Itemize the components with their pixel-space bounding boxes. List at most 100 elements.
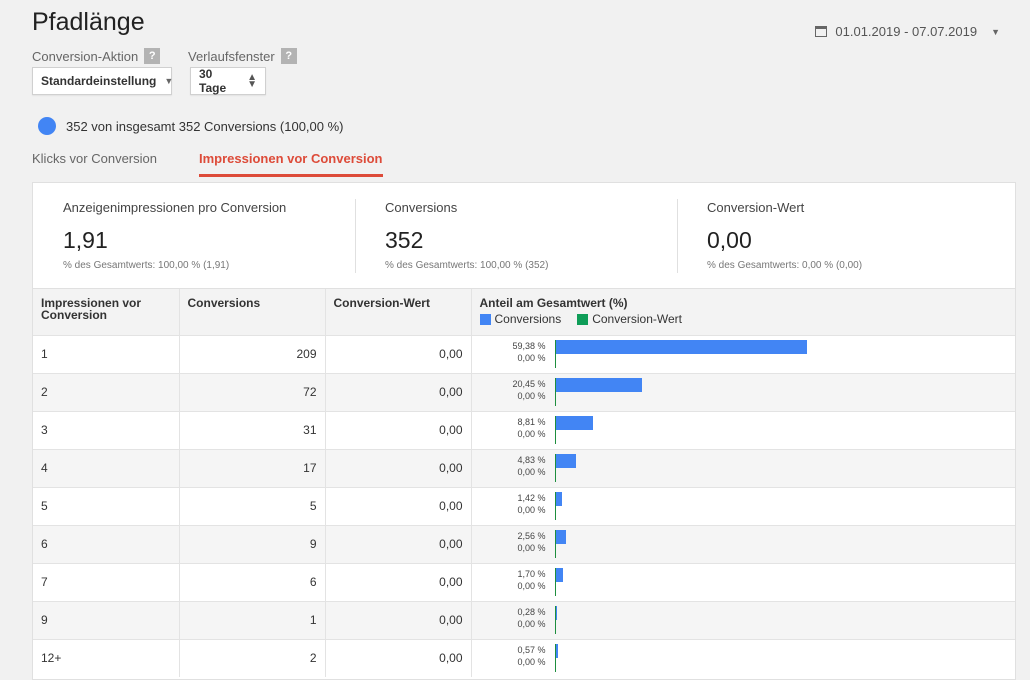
cell-conversion-value: 0,00	[324, 600, 471, 639]
value-pct-label: 0,00 %	[517, 428, 546, 439]
share-labels: 1,70 % 0,00 %	[472, 568, 546, 592]
value-pct-label: 0,00 %	[517, 466, 546, 477]
stepper-icon: ▲ ▼	[247, 72, 257, 90]
conversions-pct-label: 0,28 %	[517, 606, 546, 617]
cell-conversions: 1	[178, 600, 325, 639]
cell-impressions: 9	[33, 600, 179, 639]
tab-impressions-before-conversion[interactable]: Impressionen vor Conversion	[199, 147, 383, 177]
chevron-down-icon: ▼	[164, 76, 174, 86]
table-row: 3 31 0,00 8,81 % 0,00 %	[33, 410, 1015, 449]
cell-impressions: 2	[33, 372, 179, 411]
share-labels: 2,56 % 0,00 %	[472, 530, 546, 554]
table-row: 5 5 0,00 1,42 % 0,00 %	[33, 486, 1015, 525]
share-labels: 59,38 % 0,00 %	[472, 340, 546, 364]
conversions-bar	[555, 605, 557, 620]
help-icon[interactable]: ?	[280, 48, 297, 64]
cell-impressions: 3	[33, 410, 179, 449]
metric-value: 1,91	[63, 227, 108, 253]
table-row: 1 209 0,00 59,38 % 0,00 %	[33, 334, 1015, 373]
conversions-pct-label: 4,83 %	[517, 454, 546, 465]
help-icon[interactable]: ?	[144, 48, 161, 64]
cell-impressions: 5	[33, 486, 179, 525]
conversions-pct-label: 59,38 %	[512, 340, 546, 351]
cell-conversions: 72	[178, 372, 325, 411]
conversion-action-label: Conversion-Aktion	[32, 48, 139, 64]
share-labels: 0,28 % 0,00 %	[472, 606, 546, 630]
legend-swatch-conversions	[479, 313, 491, 325]
table-header-row: Impressionen vor Conversion Conversions …	[33, 289, 1015, 335]
table-body: 1 209 0,00 59,38 % 0,00 % 2 72 0,00 20,45 % 0,00 …	[33, 334, 1015, 677]
legend-label-conversion-value: Conversion-Wert	[592, 312, 683, 326]
legend-swatch-conversion-value	[577, 313, 589, 325]
conversions-pct-label: 1,42 %	[517, 492, 546, 503]
table-row: 12+ 2 0,00 0,57 % 0,00 %	[33, 638, 1015, 677]
cell-share: 1,70 % 0,00 %	[470, 562, 1015, 601]
calendar-icon	[815, 26, 828, 37]
metric-conversion-value: Conversion-Wert 0,00 % des Gesamtwerts: …	[677, 183, 999, 288]
value-pct-label: 0,00 %	[517, 618, 546, 629]
lookback-dropdown[interactable]: 30 Tage ▲ ▼	[190, 67, 266, 95]
cell-share: 8,81 % 0,00 %	[470, 410, 1015, 449]
value-pct-label: 0,00 %	[517, 504, 546, 515]
cell-conversion-value: 0,00	[324, 638, 471, 677]
cell-share: 20,45 % 0,00 %	[470, 372, 1015, 411]
conversions-bar	[555, 567, 563, 582]
date-range-picker[interactable]: 01.01.2019 - 07.07.2019 ▼	[815, 24, 1000, 39]
column-header-impressions[interactable]: Impressionen vor Conversion	[33, 289, 179, 335]
cell-conversions: 9	[178, 524, 325, 563]
cell-conversion-value: 0,00	[324, 524, 471, 563]
metric-label: Conversion-Wert	[707, 200, 805, 215]
column-header-conversions[interactable]: Conversions	[178, 289, 325, 335]
conversions-bar	[555, 491, 562, 506]
cell-impressions: 1	[33, 334, 179, 373]
conversions-pct-label: 2,56 %	[517, 530, 546, 541]
segment-summary: 352 von insgesamt 352 Conversions (100,0…	[38, 117, 344, 135]
cell-conversion-value: 0,00	[324, 410, 471, 449]
report-card: Anzeigenimpressionen pro Conversion 1,91…	[32, 182, 1016, 680]
cell-conversions: 17	[178, 448, 325, 487]
segment-text: 352 von insgesamt 352 Conversions (100,0…	[66, 118, 344, 134]
metric-value: 352	[385, 227, 424, 253]
cell-impressions: 12+	[33, 638, 179, 677]
conversions-bar	[555, 453, 576, 468]
cell-share: 59,38 % 0,00 %	[470, 334, 1015, 373]
table-row: 4 17 0,00 4,83 % 0,00 %	[33, 448, 1015, 487]
cell-conversions: 209	[178, 334, 325, 373]
cell-impressions: 6	[33, 524, 179, 563]
conversions-bar	[555, 339, 808, 354]
metric-sub: % des Gesamtwerts: 0,00 % (0,00)	[707, 260, 863, 271]
metric-value: 0,00	[707, 227, 752, 253]
table-row: 9 1 0,00 0,28 % 0,00 %	[33, 600, 1015, 639]
cell-share: 4,83 % 0,00 %	[470, 448, 1015, 487]
page-title: Pfadlänge	[32, 8, 145, 36]
value-pct-label: 0,00 %	[517, 580, 546, 591]
table-row: 2 72 0,00 20,45 % 0,00 %	[33, 372, 1015, 411]
conversion-action-dropdown[interactable]: Standardeinstellung ▼	[32, 67, 174, 95]
conversion-action-label-group: Conversion-Aktion ?	[32, 48, 161, 64]
share-labels: 20,45 % 0,00 %	[472, 378, 546, 402]
share-labels: 1,42 % 0,00 %	[472, 492, 546, 516]
column-header-conversion-value[interactable]: Conversion-Wert	[324, 289, 471, 335]
conversions-bar	[555, 415, 593, 430]
tab-clicks-before-conversion[interactable]: Klicks vor Conversion	[32, 147, 157, 177]
share-labels: 8,81 % 0,00 %	[472, 416, 546, 440]
chart-legend: Conversions Conversion-Wert	[479, 312, 1008, 326]
metric-conversions: Conversions 352 % des Gesamtwerts: 100,0…	[355, 183, 677, 288]
conversions-pct-label: 0,57 %	[517, 644, 546, 655]
metric-sub: % des Gesamtwerts: 100,00 % (352)	[385, 260, 549, 271]
conversions-pct-label: 8,81 %	[517, 416, 546, 427]
tab-bar: Klicks vor Conversion Impressionen vor C…	[32, 147, 383, 177]
table-row: 7 6 0,00 1,70 % 0,00 %	[33, 562, 1015, 601]
cell-share: 0,28 % 0,00 %	[470, 600, 1015, 639]
legend-label-conversions: Conversions	[494, 312, 562, 326]
lookback-label: Verlaufsfenster	[188, 48, 275, 64]
metric-impressions-per-conversion: Anzeigenimpressionen pro Conversion 1,91…	[33, 183, 355, 288]
cell-conversion-value: 0,00	[324, 448, 471, 487]
conversions-bar	[555, 377, 643, 392]
chevron-down-icon: ▼	[991, 26, 1000, 37]
conversions-pct-label: 20,45 %	[512, 378, 546, 389]
metric-label: Conversions	[385, 200, 458, 215]
cell-conversion-value: 0,00	[324, 334, 471, 373]
column-header-share[interactable]: Anteil am Gesamtwert (%) Conversions Con…	[470, 289, 1015, 335]
metric-label: Anzeigenimpressionen pro Conversion	[63, 200, 287, 215]
